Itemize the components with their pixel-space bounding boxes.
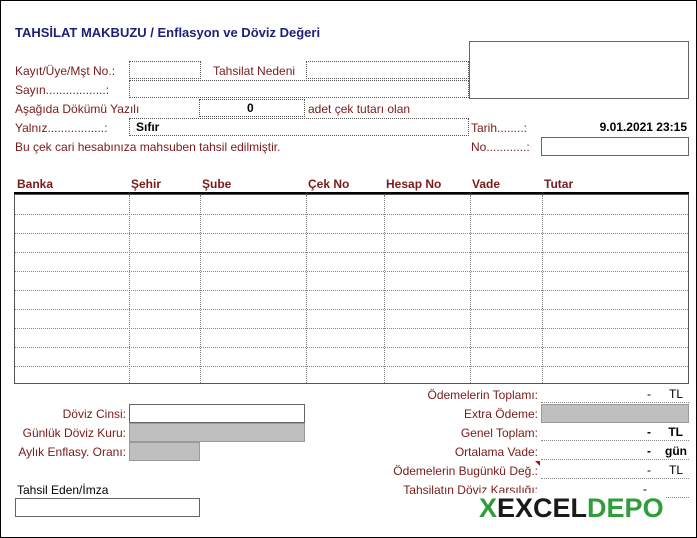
aylik-enflasyon-label: Aylık Enflasy. Oranı: <box>18 445 126 459</box>
col-header-hesap-no: Hesap No <box>386 177 442 191</box>
kayit-label: Kayıt/Üye/Mşt No.: <box>15 64 116 78</box>
signature-label: Tahsil Eden/İmza <box>17 483 109 497</box>
gunluk-kur-field[interactable] <box>129 423 305 442</box>
bugunku-deger-value: - <box>647 463 651 477</box>
receipt-sheet: TAHSİLAT MAKBUZU / Enflasyon ve Döviz De… <box>0 0 697 538</box>
exceldepo-logo: XEXCELDEPO <box>477 493 666 524</box>
sayin-field[interactable] <box>129 80 469 98</box>
cek-count-value: 0 <box>247 101 254 115</box>
tarih-label: Tarih........: <box>471 121 528 135</box>
stamp-box[interactable] <box>469 41 689 99</box>
asagida-label: Aşağıda Dökümü Yazılı <box>15 102 140 116</box>
note-text: Bu çek cari hesabınıza mahsuben tahsil e… <box>15 140 281 154</box>
col-header-sehir: Şehir <box>131 177 162 191</box>
kayit-field[interactable] <box>129 61 201 79</box>
ortalama-vade-value: - <box>647 444 651 458</box>
table-column-divider <box>306 195 307 383</box>
cheque-table[interactable] <box>14 194 689 384</box>
genel-toplam-label: Genel Toplam: <box>460 426 538 440</box>
table-column-divider <box>384 195 385 383</box>
adet-label: adet çek tutarı olan <box>308 102 411 116</box>
odemeler-toplami-label: Ödemelerin Toplamı: <box>427 388 539 402</box>
table-row-divider <box>15 252 688 253</box>
table-row-divider <box>15 271 688 272</box>
ortalama-vade-label: Ortalama Vade: <box>454 445 538 459</box>
no-label: No............: <box>471 140 530 154</box>
odemeler-toplami-row: - TL <box>541 385 689 403</box>
yalniz-field[interactable] <box>129 118 469 136</box>
page-title: TAHSİLAT MAKBUZU / Enflasyon ve Döviz De… <box>15 25 321 40</box>
odemeler-toplami-unit: TL <box>668 387 683 401</box>
table-row-divider <box>15 214 688 215</box>
yalniz-label: Yalnız.................: <box>15 121 108 135</box>
ortalama-vade-unit: gün <box>665 444 687 458</box>
bugunku-deger-unit: TL <box>668 463 683 477</box>
genel-toplam-value: - <box>647 425 651 439</box>
tahsilat-nedeni-label: Tahsilat Nedeni <box>213 64 296 78</box>
genel-toplam-unit: TL <box>668 425 683 439</box>
ortalama-vade-row: - gün <box>541 442 689 460</box>
bugunku-deger-label: Ödemelerin Bugünkü Değ.: <box>393 464 538 478</box>
gunluk-kur-label: Günlük Döviz Kuru: <box>22 426 126 440</box>
col-header-tutar: Tutar <box>544 177 574 191</box>
table-row-divider <box>15 347 688 348</box>
table-row-divider <box>15 328 688 329</box>
table-row-divider <box>15 290 688 291</box>
table-column-divider <box>542 195 543 383</box>
tahsilat-nedeni-field[interactable] <box>306 61 469 79</box>
table-column-divider <box>200 195 201 383</box>
col-header-banka: Banka <box>17 177 54 191</box>
table-row-divider <box>15 309 688 310</box>
table-row-divider <box>15 366 688 367</box>
odemeler-toplami-value: - <box>647 387 651 401</box>
col-header-sube: Şube <box>202 177 232 191</box>
no-field[interactable] <box>541 137 689 156</box>
signature-field[interactable] <box>15 498 200 517</box>
doviz-cinsi-label: Döviz Cinsi: <box>62 407 126 421</box>
table-column-divider <box>129 195 130 383</box>
table-column-divider <box>470 195 471 383</box>
logo-depo-text: DEPO <box>587 493 664 523</box>
genel-toplam-row: - TL <box>541 423 689 441</box>
logo-x-mark: X <box>479 493 498 523</box>
sayin-label: Sayın..................: <box>15 83 110 97</box>
logo-excel-text: EXCEL <box>497 493 588 523</box>
aylik-enflasyon-field[interactable] <box>129 442 200 461</box>
col-header-vade: Vade <box>472 177 501 191</box>
extra-odeme-field[interactable] <box>541 404 689 423</box>
extra-odeme-label: Extra Ödeme: <box>463 407 538 421</box>
col-header-cek-no: Çek No <box>308 177 350 191</box>
yalniz-value: Sıfır <box>136 120 160 134</box>
table-row-divider <box>15 233 688 234</box>
bugunku-deger-row: - TL <box>541 461 689 479</box>
tarih-value: 9.01.2021 23:15 <box>599 120 687 134</box>
comment-marker-icon <box>535 461 540 466</box>
doviz-cinsi-field[interactable] <box>129 404 305 423</box>
